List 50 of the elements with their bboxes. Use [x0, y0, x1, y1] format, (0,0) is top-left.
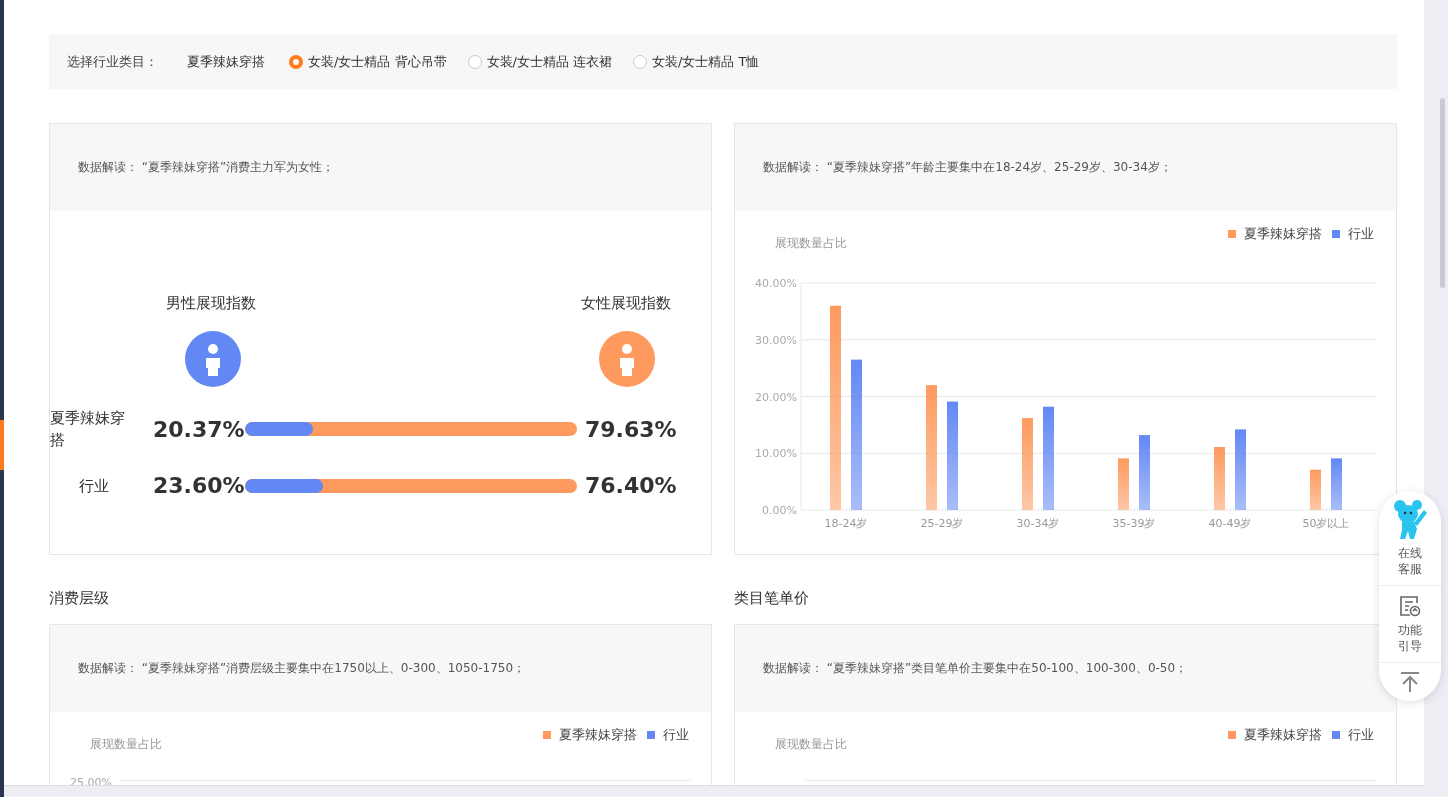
bar — [1118, 458, 1129, 510]
x-tick-label: 50岁以上 — [1302, 517, 1350, 530]
legend-label[interactable]: 行业 — [1348, 726, 1374, 744]
bar — [1310, 469, 1321, 510]
insight-banner: 数据解读： “夏季辣妹穿搭”年龄主要集中在18-24岁、25-29岁、30-34岁； — [735, 124, 1396, 211]
y-tick-label: 40.00% — [755, 277, 797, 290]
keyword-text: 夏季辣妹穿搭 — [187, 52, 265, 71]
legend-label[interactable]: 行业 — [663, 726, 689, 744]
y-tick-label: 10.00% — [755, 447, 797, 461]
x-tick-label: 25-29岁 — [920, 517, 964, 530]
filter-label: 选择行业类目： — [67, 52, 158, 71]
x-tick-label: 18-24岁 — [824, 517, 868, 530]
insight-banner: 数据解读： “夏季辣妹穿搭”消费层级主要集中在1750以上、0-300、1050-1750； — [50, 625, 711, 712]
radio-option[interactable]: 女装/女士精品 T恤 — [633, 52, 760, 71]
legend-label[interactable]: 夏季辣妹穿搭 — [1244, 225, 1322, 243]
arrow-up-icon — [1399, 671, 1421, 693]
row-label: 行业 — [78, 475, 110, 497]
bar — [1331, 458, 1342, 510]
female-percent: 76.40% — [585, 473, 677, 498]
chart-title: 展现数量占比 — [90, 736, 162, 753]
radio-option[interactable]: 女装/女士精品 背心吊带 — [289, 52, 447, 71]
y-tick-label: 0.00% — [762, 504, 797, 517]
chart-title: 展现数量占比 — [775, 235, 847, 252]
scrollbar-thumb[interactable] — [1440, 98, 1445, 288]
female-icon — [599, 331, 655, 387]
service-button[interactable]: 在线客服 — [1379, 491, 1441, 586]
x-tick-label: 40-49岁 — [1208, 517, 1252, 530]
male-percent: 23.60% — [153, 473, 245, 498]
row-label: 夏季辣妹穿搭 — [50, 408, 126, 451]
legend-label[interactable]: 夏季辣妹穿搭 — [1244, 726, 1322, 744]
bar — [1214, 447, 1225, 510]
y-tick-label: 30.00% — [755, 333, 797, 347]
female-index-title: 女性展现指数 — [581, 294, 671, 313]
radio-option[interactable]: 女装/女士精品 连衣裙 — [467, 52, 613, 71]
y-tick-label: 20.00% — [755, 390, 797, 404]
insight-banner: 数据解读： “夏季辣妹穿搭”消费主力军为女性； — [50, 124, 711, 211]
legend-label[interactable]: 夏季辣妹穿搭 — [559, 726, 637, 744]
male-index-title: 男性展现指数 — [166, 294, 256, 313]
chart-title: 展现数量占比 — [775, 736, 847, 753]
legend-label[interactable]: 行业 — [1348, 225, 1374, 243]
guide-icon — [1398, 594, 1422, 618]
male-icon — [185, 331, 241, 387]
section-title: 消费层级 — [49, 588, 110, 609]
female-percent: 79.63% — [585, 416, 677, 442]
x-tick-label: 35-39岁 — [1112, 517, 1156, 530]
x-tick-label: 30-34岁 — [1016, 517, 1060, 530]
male-percent: 20.37% — [153, 416, 245, 442]
guide-button[interactable]: 功能引导 — [1379, 586, 1441, 663]
section-title: 类目笔单价 — [734, 588, 810, 609]
insight-banner: 数据解读： “夏季辣妹穿搭”类目笔单价主要集中在50-100、100-300、0-50； — [735, 625, 1396, 712]
